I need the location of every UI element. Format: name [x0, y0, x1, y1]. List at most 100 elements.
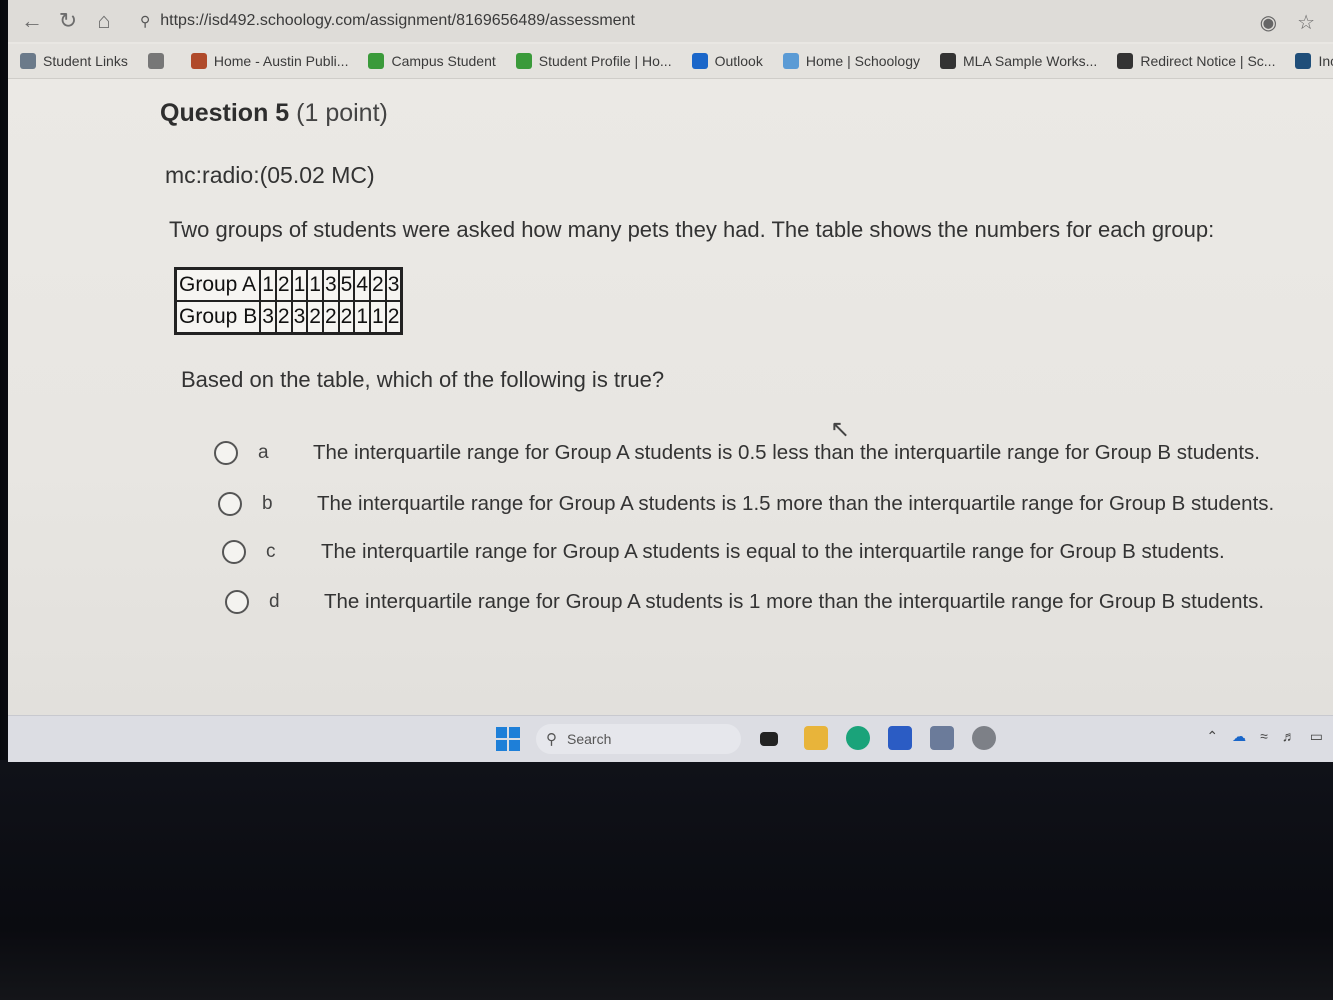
table-cell: 1 — [306, 267, 324, 302]
bookmark-item[interactable]: Campus Student — [368, 53, 496, 69]
table-cell: 4 — [353, 267, 372, 302]
table-cell: 2 — [274, 267, 293, 302]
radio-button[interactable] — [218, 492, 242, 516]
mouse-cursor-icon: ↖ — [830, 416, 851, 443]
campus-icon — [368, 53, 385, 69]
answer-option-a[interactable]: a The interquartile range for Group A stu… — [214, 441, 1260, 465]
edge-icon[interactable] — [846, 726, 870, 750]
outlook-icon — [691, 53, 708, 69]
purdue-icon — [939, 53, 956, 69]
desk-area — [0, 760, 1333, 1000]
bookmark-label: Home | Schoology — [805, 53, 920, 69]
bookmark-label: Outlook — [714, 53, 763, 69]
option-text: The interquartile range for Group A stud… — [317, 492, 1275, 515]
answer-option-b[interactable]: b The interquartile range for Group A stu… — [218, 492, 1274, 516]
reload-icon[interactable]: ↻ — [50, 8, 86, 34]
table-cell: 3 — [259, 300, 277, 335]
table-cell: 1 — [353, 300, 372, 335]
table-cell: 3 — [290, 300, 309, 335]
taskbar-search-label: Search — [567, 731, 612, 747]
bookmark-item[interactable]: MLA Sample Works... — [939, 53, 1098, 69]
file-explorer-icon[interactable] — [804, 726, 828, 750]
table-cell: 2 — [384, 300, 403, 335]
back-icon[interactable]: ← — [14, 8, 50, 34]
bookmark-label: Student Profile | Ho... — [538, 53, 672, 69]
bookmark-item[interactable]: Outlook — [691, 53, 763, 69]
question-ask: Based on the table, which of the followi… — [181, 367, 665, 392]
task-view-icon[interactable] — [760, 732, 778, 746]
table-row: Group B323222112 — [174, 300, 403, 335]
bookmark-item[interactable]: Redirect Notice | Sc... — [1117, 53, 1275, 69]
option-text: The interquartile range for Group A stud… — [321, 540, 1225, 563]
table-cell: 3 — [321, 267, 340, 302]
radio-button[interactable] — [222, 540, 246, 564]
table-cell: 5 — [337, 267, 356, 302]
bookmark-label: Redirect Notice | Sc... — [1140, 53, 1276, 69]
bookmark-label: Student Links — [43, 53, 128, 69]
taskbar-search[interactable]: ⚲ Search — [536, 724, 741, 754]
wifi-icon[interactable]: ≈ — [1260, 728, 1268, 745]
bookmark-item[interactable] — [147, 53, 171, 69]
option-letter: a — [258, 442, 269, 463]
bookmark-label: Campus Student — [391, 53, 496, 69]
student-links-icon — [20, 53, 36, 69]
bookmarks-bar: Student Links Home - Austin Publi... Campu… — [8, 44, 1333, 79]
bookmark-label: Incident IQ | Tick — [1318, 53, 1333, 69]
option-text: The interquartile range for Group A stud… — [313, 441, 1260, 464]
address-bar[interactable]: ⚲ https://isd492.schoology.com/assignmen… — [140, 7, 1290, 35]
table-cell: 2 — [321, 300, 340, 335]
word-icon[interactable] — [888, 726, 912, 750]
table-cell: 1 — [259, 267, 277, 302]
table-cell: 2 — [369, 267, 387, 302]
bookmark-item[interactable]: Home | Schoology — [782, 53, 920, 69]
chevron-up-icon[interactable]: ⌃ — [1206, 728, 1218, 745]
purdue-icon — [1117, 53, 1134, 69]
schoology-icon — [782, 53, 799, 69]
question-points: (1 point) — [296, 99, 388, 127]
settings-gear-icon[interactable] — [972, 726, 996, 750]
bookmark-item[interactable]: Incident IQ | Tick — [1295, 53, 1333, 69]
onedrive-icon[interactable]: ☁ — [1232, 728, 1246, 745]
campus-icon — [515, 53, 532, 69]
search-icon: ⚲ — [546, 731, 557, 748]
option-letter: d — [269, 591, 280, 612]
table-cell: 1 — [369, 300, 387, 335]
bookmark-item[interactable]: Student Links — [20, 53, 128, 69]
radio-button[interactable] — [214, 441, 238, 465]
windows-taskbar: ⚲ Search ⌃ ☁ ≈ ♬ ▭ — [8, 715, 1333, 762]
district-icon — [190, 53, 207, 69]
question-code: mc:radio:(05.02 MC) — [165, 162, 375, 188]
incident-iq-icon — [1295, 53, 1312, 69]
browser-toolbar: ← ↻ ⌂ ⚲ https://isd492.schoology.com/ass… — [8, 0, 1333, 42]
calculator-icon[interactable] — [930, 726, 954, 750]
table-cell: 2 — [306, 300, 324, 335]
battery-icon[interactable]: ▭ — [1310, 728, 1323, 745]
assessment-page: Question 5 (1 point) mc:radio:(05.02 MC)… — [8, 79, 1333, 715]
answer-option-d[interactable]: d The interquartile range for Group A stu… — [225, 590, 1264, 614]
table-cell: 2 — [337, 300, 356, 335]
answer-option-c[interactable]: c The interquartile range for Group A stu… — [222, 540, 1225, 564]
bookmark-label: MLA Sample Works... — [962, 53, 1098, 69]
table-row: Group A121135423 — [174, 267, 403, 302]
group-label: Group A — [174, 267, 262, 302]
site-info-icon[interactable]: ⚲ — [140, 13, 150, 30]
table-cell: 3 — [384, 267, 403, 302]
bookmark-item[interactable]: Student Profile | Ho... — [515, 53, 672, 69]
bookmark-star-icon[interactable]: ☆ — [1297, 10, 1315, 35]
volume-icon[interactable]: ♬ — [1282, 728, 1296, 745]
option-letter: c — [266, 541, 276, 562]
bookmark-item[interactable]: Home - Austin Publi... — [190, 53, 349, 69]
question-prompt: Two groups of students were asked how ma… — [169, 217, 1215, 242]
home-icon[interactable]: ⌂ — [86, 8, 122, 34]
pets-table: Group A 1 2 1 1 3 5 4 2 3 Group B323222112 — [174, 267, 404, 335]
extensions-icon[interactable]: ◉ — [1260, 10, 1277, 35]
bookmark-label: Home - Austin Publi... — [213, 53, 349, 69]
windows-start-icon[interactable] — [496, 727, 520, 751]
browser-window: ← ↻ ⌂ ⚲ https://isd492.schoology.com/ass… — [8, 0, 1333, 762]
reading-list-icon — [147, 53, 164, 69]
table-cell: 1 — [290, 267, 309, 302]
question-heading: Question 5 (1 point) — [160, 99, 388, 128]
option-letter: b — [262, 493, 273, 514]
group-label: Group B — [174, 300, 262, 335]
radio-button[interactable] — [225, 590, 249, 614]
